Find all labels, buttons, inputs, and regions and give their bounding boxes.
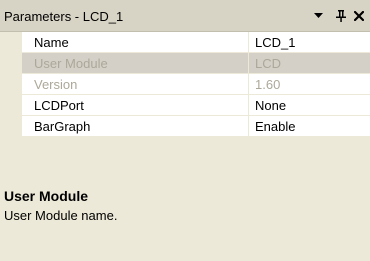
row-gutter: [0, 53, 22, 74]
panel-title: Parameters - LCD_1: [4, 9, 124, 24]
property-value[interactable]: LCD_1: [249, 32, 370, 53]
property-row-name[interactable]: Name LCD_1: [0, 32, 370, 53]
row-gutter: [0, 32, 22, 53]
row-gutter: [0, 95, 22, 116]
property-name: Version: [22, 74, 249, 95]
row-gutter: [0, 116, 22, 137]
help-pane: User Module User Module name.: [0, 180, 370, 261]
property-row-version[interactable]: Version 1.60: [0, 74, 370, 95]
property-row-bargraph[interactable]: BarGraph Enable: [0, 116, 370, 137]
pin-icon[interactable]: [334, 8, 348, 24]
property-value[interactable]: Enable: [249, 116, 370, 137]
parameters-panel: Parameters - LCD_1 Name LCD_1 User Modul…: [0, 0, 370, 261]
property-name: Name: [22, 32, 249, 53]
help-description: User Module name.: [4, 208, 118, 223]
property-name: LCDPort: [22, 95, 249, 116]
row-gutter: [0, 74, 22, 95]
property-row-lcdport[interactable]: LCDPort None: [0, 95, 370, 116]
close-icon[interactable]: [352, 8, 366, 24]
help-title: User Module: [4, 188, 89, 204]
property-name: BarGraph: [22, 116, 249, 137]
property-value: LCD: [249, 53, 370, 74]
panel-title-bar: Parameters - LCD_1: [0, 0, 370, 32]
property-row-user-module[interactable]: User Module LCD: [0, 53, 370, 74]
property-grid: Name LCD_1 User Module LCD Version 1.60 …: [0, 32, 370, 137]
chevron-down-icon[interactable]: [311, 8, 325, 24]
grid-empty-area: [0, 137, 370, 180]
property-value[interactable]: None: [249, 95, 370, 116]
property-value: 1.60: [249, 74, 370, 95]
property-name: User Module: [22, 53, 249, 74]
